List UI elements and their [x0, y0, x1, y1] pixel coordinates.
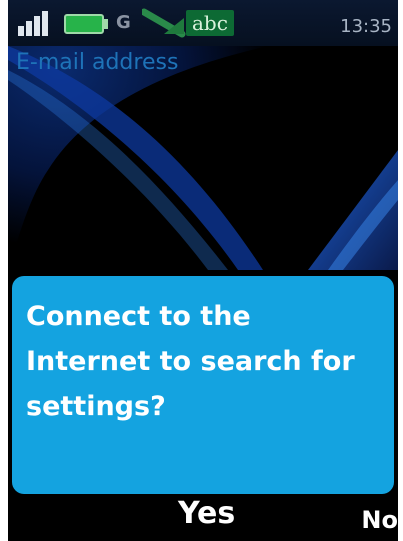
- battery-tip: [104, 19, 108, 29]
- dialog-message: Connect to the Internet to search for se…: [26, 301, 355, 422]
- phone-screen: G abc 13:35 E-mail address Connect to th…: [8, 0, 398, 541]
- status-bar: G abc 13:35: [8, 0, 398, 46]
- connect-dialog: Connect to the Internet to search for se…: [12, 276, 394, 494]
- softkey-bar: Yes No: [8, 494, 398, 541]
- signal-strength-icon: [18, 8, 58, 36]
- battery-icon: [64, 14, 104, 34]
- no-softkey[interactable]: No: [361, 506, 398, 534]
- input-mode-indicator: abc: [186, 10, 234, 36]
- clock: 13:35: [340, 16, 392, 37]
- yes-softkey[interactable]: Yes: [178, 496, 235, 531]
- network-type-label: G: [116, 12, 131, 33]
- email-address-label: E-mail address: [16, 50, 179, 75]
- data-connection-icon: [142, 8, 186, 38]
